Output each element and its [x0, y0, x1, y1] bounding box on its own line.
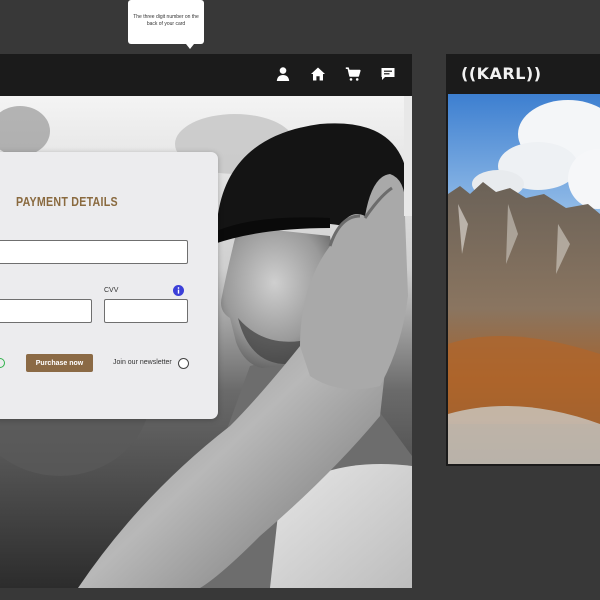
home-icon[interactable]	[310, 66, 326, 82]
mountain-photo	[448, 94, 600, 464]
payment-title: PAYMENT DETAILS	[16, 194, 118, 209]
purchase-now-button[interactable]: Purchase now	[26, 354, 93, 372]
karl-logo[interactable]: ((KARL))	[461, 64, 542, 83]
payment-page-frame: PAYMENT DETAILS CVV Purchase now Join ou…	[0, 54, 412, 588]
cvv-tooltip: The three digit number on the back of yo…	[128, 0, 204, 44]
cvv-label: CVV	[104, 287, 119, 294]
nav-icons	[275, 66, 396, 82]
mountain-illustration	[448, 94, 600, 464]
cvv-input[interactable]	[104, 299, 188, 323]
cardholder-name-input[interactable]	[0, 240, 188, 264]
selected-radio[interactable]	[0, 358, 5, 368]
tooltip-text: The three digit number on the back of yo…	[133, 14, 199, 27]
newsletter-label: Join our newsletter	[113, 359, 172, 366]
chat-icon[interactable]	[380, 66, 396, 82]
newsletter-radio[interactable]	[178, 358, 189, 369]
payment-details-card: PAYMENT DETAILS CVV Purchase now Join ou…	[0, 152, 218, 419]
tooltip-arrow	[186, 44, 194, 49]
karl-page-frame: ((KARL))	[446, 54, 600, 466]
top-nav-bar	[0, 54, 412, 96]
expiry-date-input[interactable]	[0, 299, 92, 323]
user-icon[interactable]	[275, 66, 291, 82]
cart-icon[interactable]	[345, 66, 361, 82]
info-icon[interactable]	[173, 285, 184, 296]
